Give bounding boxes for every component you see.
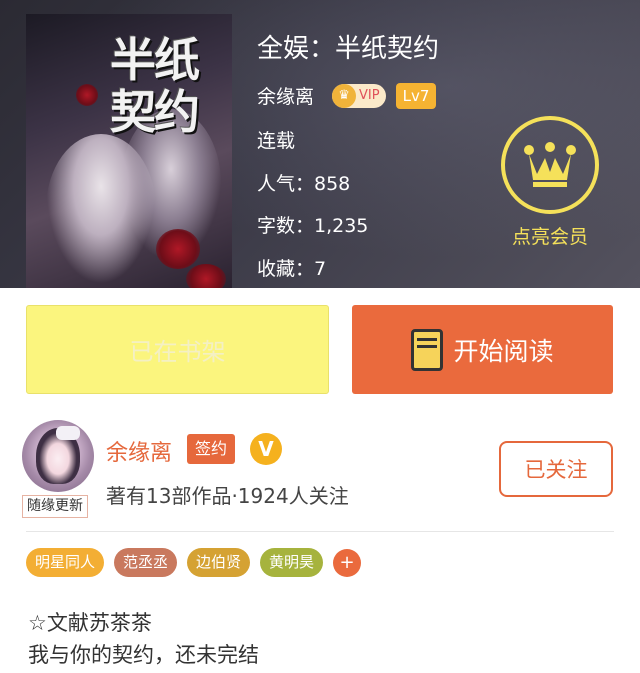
description-line: 我与你的契约，还未完结	[28, 643, 259, 667]
on-shelf-label: 已在书架	[129, 338, 226, 366]
level-badge: Lv7	[395, 82, 437, 109]
cover-title-line: 半纸	[110, 33, 200, 87]
cover-art	[156, 229, 200, 269]
add-tag-icon[interactable]: +	[333, 548, 362, 577]
signed-badge: 签约	[187, 434, 236, 464]
tag-item[interactable]: 边伯贤	[187, 548, 251, 577]
description-line: ☆文献苏茶茶	[28, 611, 152, 635]
avatar-tag: 随缘更新	[22, 495, 88, 518]
tag-item[interactable]: 明星同人	[26, 548, 105, 577]
author-row: 余缘离 ♛ VIP Lv7	[257, 82, 437, 109]
follow-label: 已关注	[524, 458, 588, 482]
book-status: 连载	[257, 130, 296, 152]
crown-icon: ♛	[332, 83, 357, 108]
start-reading-label: 开始阅读	[453, 336, 554, 366]
verified-icon: V	[250, 433, 282, 465]
author-card-name[interactable]: 余缘离	[106, 435, 172, 467]
book-favorites: 收藏：7	[257, 258, 327, 280]
avatar[interactable]	[22, 420, 94, 492]
book-description: ☆文献苏茶茶 我与你的契约，还未完结	[28, 607, 259, 671]
tag-item[interactable]: 黄明昊	[260, 548, 324, 577]
avatar-art	[56, 426, 80, 440]
crown-icon	[524, 142, 576, 187]
vip-member-button[interactable]: 点亮会员	[501, 116, 601, 248]
cover-art	[76, 84, 98, 106]
cover-title-line: 契约	[110, 85, 200, 139]
vip-label: VIP	[359, 88, 380, 103]
author-works-summary: 著有13部作品·1924人关注	[106, 484, 349, 508]
tag-item[interactable]: 范丞丞	[114, 548, 178, 577]
book-word-count: 字数：1,235	[257, 215, 369, 237]
book-title: 全娱：半纸契约	[257, 34, 440, 64]
author-name[interactable]: 余缘离	[257, 82, 314, 109]
cover-art	[46, 134, 156, 284]
book-header: 半纸 契约 全娱：半纸契约 余缘离 ♛ VIP Lv7 连载 人气：858 字数…	[0, 0, 640, 288]
cover-art	[186, 264, 226, 288]
vip-badge: ♛ VIP	[332, 83, 386, 108]
book-cover[interactable]: 半纸 契约	[26, 14, 232, 288]
divider	[26, 531, 614, 532]
follow-button[interactable]: 已关注	[499, 441, 613, 497]
vip-member-label: 点亮会员	[511, 226, 588, 248]
vip-member-circle	[501, 116, 599, 214]
tag-list: 明星同人 范丞丞 边伯贤 黄明昊 +	[26, 548, 362, 577]
start-reading-button[interactable]: 开始阅读	[352, 305, 613, 394]
book-icon	[411, 328, 444, 371]
cover-title: 半纸 契约	[110, 34, 230, 138]
on-shelf-button[interactable]: 已在书架	[26, 305, 329, 394]
book-popularity: 人气：858	[257, 173, 351, 195]
